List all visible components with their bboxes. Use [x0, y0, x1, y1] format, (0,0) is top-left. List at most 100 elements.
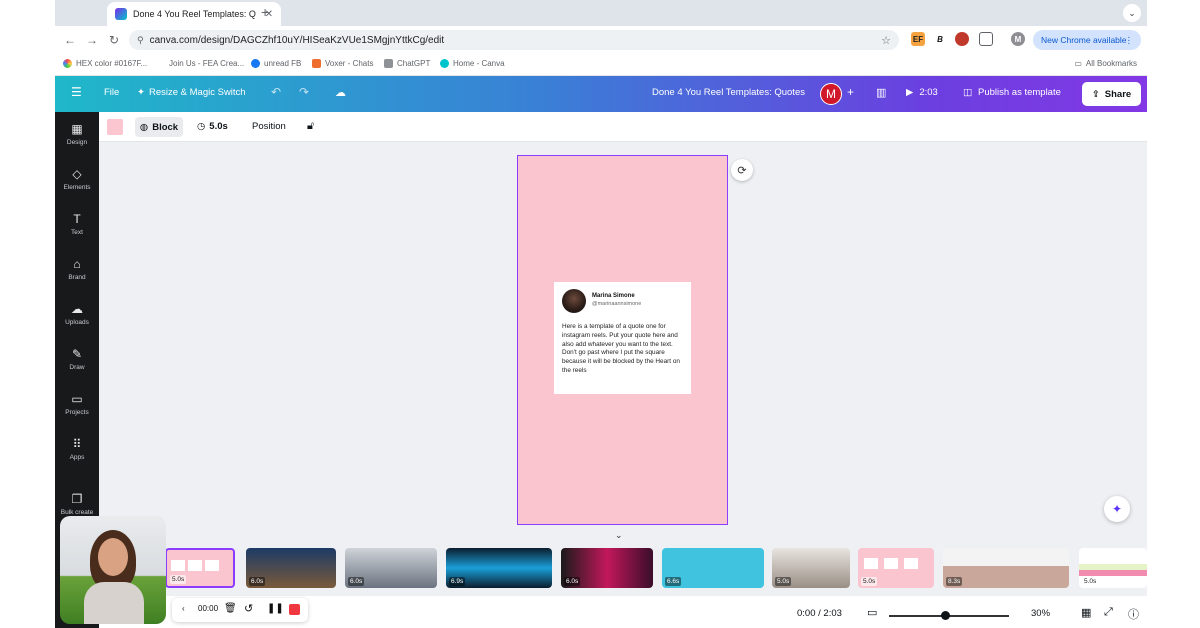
bookmark-star-icon[interactable]: ☆	[881, 34, 891, 47]
clip-duration: 6.0s	[348, 577, 365, 586]
quote-author-handle[interactable]: @marinaannsimone	[592, 301, 641, 307]
notes-icon[interactable]: ▭	[867, 606, 877, 619]
clip-thumbnail	[205, 560, 219, 571]
file-menu[interactable]: File	[104, 87, 119, 98]
grid-view-icon[interactable]: ▦	[1081, 606, 1091, 619]
chevron-left-icon[interactable]: ‹	[182, 604, 185, 613]
background-color-swatch[interactable]	[107, 119, 123, 135]
sidebar-item-elements[interactable]: ◇ Elements	[55, 167, 99, 191]
clip-duration: 5.0s	[170, 575, 187, 584]
lock-icon[interactable]: 🔓︎	[307, 120, 314, 133]
canva-header: ☰ File ✦ Resize & Magic Switch ↶ ↷ ☁ Done…	[55, 76, 1147, 112]
pause-icon[interactable]: ❚❚	[267, 603, 284, 614]
recorder-controls: ‹ 00:00 🗑︎ ↺ ❚❚	[172, 598, 308, 622]
bookmark-voxer[interactable]: Voxer - Chats	[312, 59, 373, 68]
timeline-clip[interactable]: 6.9s	[446, 548, 552, 588]
delete-trash-icon[interactable]: 🗑︎	[224, 603, 237, 614]
chrome-update-button[interactable]: New Chrome available ⋮	[1033, 30, 1141, 50]
bulk-create-icon: ❐	[71, 492, 83, 506]
clip-duration: 8.3s	[946, 577, 963, 586]
sidebar-item-bulk-create[interactable]: ❐ Bulk create	[55, 492, 99, 516]
design-title[interactable]: Done 4 You Reel Templates: Quotes	[652, 87, 805, 98]
hamburger-menu-icon[interactable]: ☰	[71, 85, 82, 99]
play-icon: ▶	[906, 87, 914, 98]
timeline-clip[interactable]: 5.0s	[165, 548, 235, 588]
folder-icon: ▭	[1074, 59, 1082, 68]
timeline-clip[interactable]: 5.0s	[1079, 548, 1147, 588]
bookmark-facebook[interactable]: unread FB	[251, 59, 301, 68]
forward-arrow-icon[interactable]: →	[81, 33, 103, 47]
help-icon[interactable]: ⓘ	[1128, 606, 1139, 622]
new-tab-button[interactable]: +	[261, 4, 269, 20]
extensions-puzzle-icon[interactable]	[979, 32, 993, 46]
draw-icon: ✎	[71, 347, 83, 361]
extension-record-icon[interactable]	[955, 32, 969, 46]
sidebar-item-draw[interactable]: ✎ Draw	[55, 347, 99, 371]
webcam-overlay[interactable]	[60, 516, 166, 624]
profile-avatar[interactable]: M	[1011, 32, 1025, 46]
site-info-icon[interactable]: ⚲	[137, 35, 144, 46]
share-button[interactable]: ⇪ Share	[1082, 82, 1141, 106]
undo-icon[interactable]: ↶	[271, 85, 281, 99]
tab-strip: Done 4 You Reel Templates: Q ✕ + ⌄	[55, 0, 1147, 26]
refresh-comment-icon[interactable]: ⟳	[731, 159, 753, 181]
duration-button[interactable]: ◷ 5.0s	[197, 121, 228, 132]
clip-thumbnail	[884, 558, 898, 569]
address-bar[interactable]: ⚲ canva.com/design/DAGCZhf10uY/HISeaKzVU…	[129, 30, 899, 50]
quote-author-name[interactable]: Marina Simone	[592, 293, 635, 299]
stop-recording-button[interactable]	[289, 604, 300, 615]
sidebar-item-apps[interactable]: ⠿ Apps	[55, 437, 99, 461]
reload-icon[interactable]: ↻	[103, 33, 125, 47]
profile-photo	[562, 289, 586, 313]
bookmark-chatgpt[interactable]: ChatGPT	[384, 59, 430, 68]
block-button[interactable]: ◍ Block	[135, 117, 183, 137]
voxer-icon	[312, 59, 321, 68]
tab-title: Done 4 You Reel Templates: Q	[133, 9, 256, 19]
zoom-level[interactable]: 30%	[1031, 608, 1050, 619]
browser-tab[interactable]: Done 4 You Reel Templates: Q ✕	[107, 2, 281, 26]
quote-text[interactable]: Here is a template of a quote one for in…	[562, 323, 686, 376]
bookmark-fea[interactable]: Join Us - FEA Crea...	[169, 59, 244, 68]
extension-b-icon[interactable]: B	[933, 32, 947, 46]
quote-card[interactable]: Marina Simone @marinaannsimone Here is a…	[554, 282, 691, 394]
add-people-button[interactable]: +	[847, 85, 854, 99]
timeline-clip[interactable]: 5.0s	[772, 548, 850, 588]
timeline-clip[interactable]: 6.0s	[345, 548, 437, 588]
sidebar-item-design[interactable]: ▦ Design	[55, 122, 99, 146]
sidebar-item-brand[interactable]: ⌂ Brand	[55, 257, 99, 281]
chevron-down-icon[interactable]: ⌄	[1123, 4, 1141, 22]
timeline-clip[interactable]: 6.6s	[662, 548, 764, 588]
publish-template-button[interactable]: ◫ Publish as template	[963, 87, 1061, 98]
sidebar-item-uploads[interactable]: ☁ Uploads	[55, 302, 99, 326]
sidebar-item-projects[interactable]: ▭ Projects	[55, 392, 99, 416]
back-arrow-icon[interactable]: ←	[59, 33, 81, 47]
cloud-saved-icon[interactable]: ☁	[335, 86, 346, 99]
timeline-clip[interactable]: 5.0s	[858, 548, 934, 588]
resize-magic-switch-button[interactable]: ✦ Resize & Magic Switch	[137, 87, 246, 98]
bookmark-hex-color[interactable]: HEX color #0167F...	[63, 59, 147, 68]
webcam-person-body	[84, 582, 144, 624]
timeline-clip[interactable]: 6.0s	[561, 548, 653, 588]
zoom-slider-handle[interactable]	[940, 611, 950, 620]
block-icon: ◍	[139, 121, 149, 133]
sidebar-item-text[interactable]: T Text	[55, 212, 99, 236]
bookmark-canva[interactable]: Home - Canva	[440, 59, 505, 68]
chatgpt-icon	[384, 59, 393, 68]
insights-chart-icon[interactable]: ▥	[876, 86, 886, 99]
redo-icon[interactable]: ↷	[299, 85, 309, 99]
magic-assistant-icon[interactable]: ✦	[1104, 496, 1130, 522]
position-button[interactable]: Position	[252, 121, 286, 132]
present-button[interactable]: ▶ 2:03	[906, 87, 938, 98]
fullscreen-icon[interactable]: ⤢	[1104, 606, 1113, 619]
restart-icon[interactable]: ↺	[244, 602, 253, 615]
timeline-clip[interactable]: 8.3s	[943, 548, 1069, 588]
design-page[interactable]: Marina Simone @marinaannsimone Here is a…	[517, 155, 728, 525]
browser-window: Done 4 You Reel Templates: Q ✕ + ⌄ ← → ↻…	[55, 0, 1147, 628]
design-icon: ▦	[71, 122, 83, 136]
user-avatar[interactable]: M	[820, 83, 842, 105]
clip-thumbnail	[864, 558, 878, 569]
extension-ef-icon[interactable]: EF	[911, 32, 925, 46]
all-bookmarks[interactable]: ▭ All Bookmarks	[1074, 59, 1137, 68]
more-menu-icon[interactable]: ⋮	[1125, 35, 1134, 46]
timeline-clip[interactable]: 6.0s	[246, 548, 336, 588]
